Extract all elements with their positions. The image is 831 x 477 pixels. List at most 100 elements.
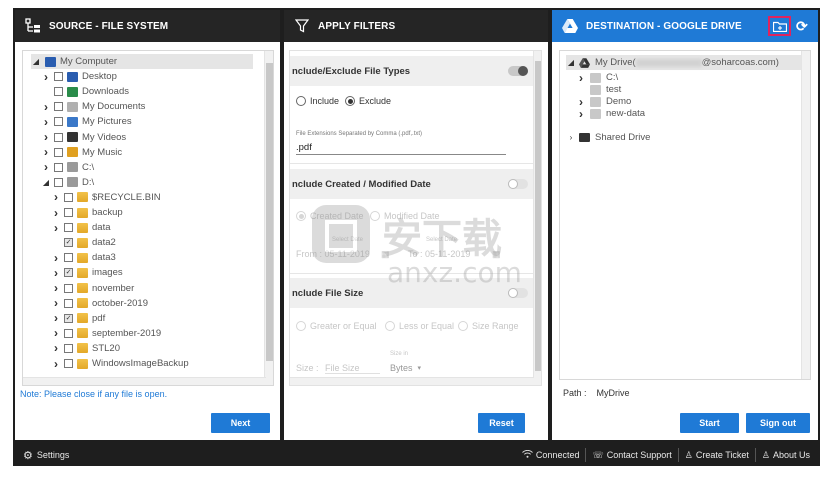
- destination-folder-item[interactable]: › new-data: [576, 106, 645, 121]
- expand-arrow-icon[interactable]: ›: [41, 70, 51, 84]
- dates-toggle[interactable]: [508, 179, 528, 189]
- collapse-arrow-icon[interactable]: ◢: [31, 57, 41, 66]
- settings-link[interactable]: ⚙ Settings: [13, 444, 75, 466]
- calendar-from-icon[interactable]: ▦: [381, 249, 390, 260]
- include-radio[interactable]: Include: [296, 96, 339, 106]
- source-tree-item[interactable]: › september-2019: [51, 326, 161, 341]
- sign-out-button[interactable]: Sign out: [746, 413, 810, 433]
- filters-scrollbar[interactable]: [533, 51, 541, 385]
- source-tree-item[interactable]: › My Music: [41, 145, 122, 160]
- to-date-field[interactable]: To : 05-11-2019: [408, 249, 470, 259]
- file-size-input[interactable]: File Size: [325, 363, 380, 374]
- source-tree-item[interactable]: › $RECYCLE.BIN: [51, 190, 161, 205]
- expand-arrow-icon[interactable]: ›: [51, 206, 61, 220]
- source-tree-item[interactable]: › My Videos: [41, 130, 126, 145]
- item-checkbox[interactable]: [54, 102, 63, 112]
- item-checkbox[interactable]: [64, 223, 73, 233]
- item-checkbox[interactable]: [64, 192, 73, 202]
- source-tree-item[interactable]: › october-2019: [51, 296, 148, 311]
- size-range-radio[interactable]: Size Range: [458, 321, 519, 331]
- from-date-field[interactable]: From : 05-11-2019: [296, 249, 370, 259]
- collapse-arrow-icon[interactable]: ◢: [41, 178, 51, 187]
- expand-arrow-icon[interactable]: ›: [51, 296, 61, 310]
- extensions-input[interactable]: .pdf: [296, 141, 506, 155]
- expand-arrow-icon[interactable]: ›: [51, 326, 61, 340]
- item-checkbox[interactable]: [64, 359, 73, 368]
- expand-arrow-icon[interactable]: ›: [51, 190, 61, 204]
- item-checkbox[interactable]: [54, 117, 63, 127]
- item-checkbox[interactable]: ✓: [64, 268, 73, 278]
- item-checkbox[interactable]: [54, 147, 63, 157]
- source-tree-item[interactable]: › My Documents: [41, 99, 145, 114]
- item-checkbox[interactable]: [64, 298, 73, 308]
- source-tree-item[interactable]: › backup: [51, 205, 123, 220]
- reset-button[interactable]: Reset: [478, 413, 525, 433]
- created-date-radio[interactable]: Created Date: [296, 211, 364, 221]
- source-tree-item[interactable]: › data: [51, 220, 111, 235]
- new-folder-icon[interactable]: [768, 16, 791, 36]
- my-drive-node[interactable]: ◢ My Drive( @soharcoas.com): [566, 55, 808, 70]
- expand-arrow-icon[interactable]: ›: [41, 145, 51, 159]
- source-tree[interactable]: ◢ My Computer › Desktop Downloads › My Documen…: [22, 50, 274, 386]
- collapse-arrow-icon[interactable]: ◢: [566, 58, 576, 67]
- source-tree-item[interactable]: › ✓ pdf: [51, 311, 105, 326]
- item-checkbox[interactable]: [54, 132, 63, 142]
- source-tree-item[interactable]: › STL20: [51, 341, 120, 356]
- source-tree-item[interactable]: ◢ D:\: [41, 175, 94, 190]
- refresh-icon[interactable]: ⟳: [796, 18, 808, 34]
- source-tree-item[interactable]: › Desktop: [41, 69, 117, 84]
- expand-arrow-icon[interactable]: ›: [51, 266, 61, 280]
- expand-arrow-icon[interactable]: ›: [41, 130, 51, 144]
- expand-arrow-icon[interactable]: ›: [41, 115, 51, 129]
- source-tree-item[interactable]: › data3: [51, 250, 116, 265]
- expand-arrow-icon[interactable]: ›: [51, 281, 61, 295]
- item-checkbox[interactable]: [54, 87, 63, 97]
- item-checkbox[interactable]: [64, 283, 73, 293]
- greater-equal-radio[interactable]: Greater or Equal: [296, 321, 377, 331]
- source-tree-item[interactable]: ✓ data2: [51, 235, 116, 250]
- expand-arrow-icon[interactable]: ›: [51, 311, 61, 325]
- next-button[interactable]: Next: [211, 413, 270, 433]
- expand-arrow-icon[interactable]: ›: [51, 341, 61, 355]
- source-tree-item[interactable]: ◢ My Computer: [31, 54, 253, 69]
- expand-arrow-icon[interactable]: ›: [51, 251, 61, 265]
- expand-arrow-icon[interactable]: ›: [51, 221, 61, 235]
- filetypes-toggle[interactable]: [508, 66, 528, 76]
- source-scrollbar[interactable]: [264, 51, 273, 385]
- source-tree-item[interactable]: › My Pictures: [41, 114, 132, 129]
- source-tree-item[interactable]: › WindowsImageBackup: [51, 356, 189, 371]
- source-hscrollbar[interactable]: [23, 377, 266, 385]
- item-checkbox[interactable]: [64, 343, 73, 353]
- source-tree-item[interactable]: › november: [51, 281, 134, 296]
- item-checkbox[interactable]: [54, 72, 63, 82]
- create-ticket-link[interactable]: ♙ Create Ticket: [679, 444, 755, 466]
- item-checkbox[interactable]: [54, 177, 63, 187]
- less-equal-radio[interactable]: Less or Equal: [385, 321, 454, 331]
- modified-date-radio[interactable]: Modified Date: [370, 211, 440, 221]
- filters-hscrollbar[interactable]: [290, 377, 534, 385]
- destination-scrollbar[interactable]: [801, 51, 810, 379]
- item-checkbox[interactable]: [64, 328, 73, 338]
- start-button[interactable]: Start: [680, 413, 739, 433]
- about-us-link[interactable]: ♙ About Us: [756, 444, 820, 466]
- expand-arrow-icon[interactable]: ›: [576, 107, 586, 121]
- expand-arrow-icon[interactable]: ›: [566, 133, 576, 142]
- item-checkbox[interactable]: ✓: [64, 238, 73, 248]
- size-toggle[interactable]: [508, 288, 528, 298]
- expand-arrow-icon[interactable]: ›: [51, 357, 61, 371]
- item-checkbox[interactable]: [54, 162, 63, 172]
- expand-arrow-icon[interactable]: ›: [41, 100, 51, 114]
- source-tree-item[interactable]: › C:\: [41, 160, 94, 175]
- item-checkbox[interactable]: [64, 208, 73, 217]
- source-tree-item[interactable]: Downloads: [41, 84, 129, 99]
- calendar-to-icon[interactable]: ▦: [492, 249, 501, 260]
- exclude-radio[interactable]: Exclude: [345, 96, 391, 106]
- shared-drive-node[interactable]: › Shared Drive: [566, 130, 651, 145]
- expand-arrow-icon[interactable]: ›: [41, 160, 51, 174]
- destination-tree[interactable]: ◢ My Drive( @soharcoas.com) › C:\ test › Dem…: [559, 50, 811, 380]
- contact-support-link[interactable]: ☏ Contact Support: [586, 444, 677, 466]
- item-checkbox[interactable]: ✓: [64, 313, 73, 323]
- item-checkbox[interactable]: [64, 253, 73, 263]
- source-tree-item[interactable]: › ✓ images: [51, 265, 123, 280]
- size-unit-select[interactable]: Bytes ▾: [390, 363, 421, 373]
